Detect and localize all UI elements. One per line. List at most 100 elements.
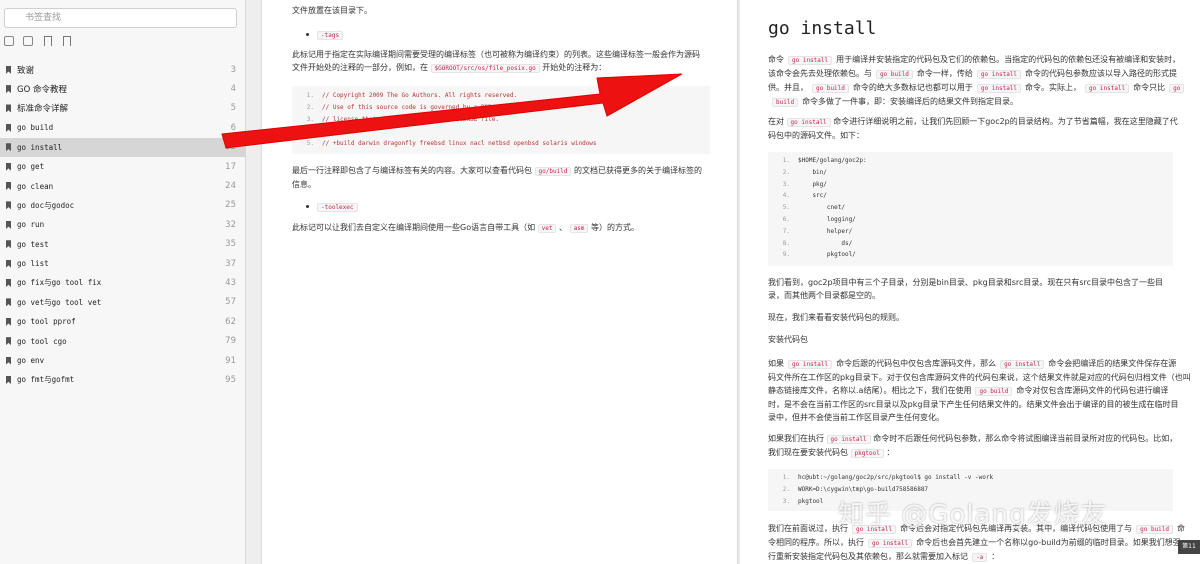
bookmark-sidebar: 书签查找 致谢 3 GO 命令教程 4 标准命令详解 5 go build 6 go insta… xyxy=(0,0,246,564)
pdf-page-left: 文件放置在该目录下。 -tags 此标记用于指定在实际编译期间需要受理的编译标签… xyxy=(262,0,738,564)
add-bookmark-icon[interactable] xyxy=(42,36,52,46)
bookmark-label: go env xyxy=(17,356,45,366)
paragraph: 最后一行注释即包含了与编译标签有关的内容。大家可以查看代码包 go/build … xyxy=(292,164,732,191)
sidebar-scrollbar[interactable] xyxy=(246,0,262,564)
code-text: helper/ xyxy=(798,227,853,235)
bookmark-label: go build xyxy=(17,123,54,133)
bookmark-page-number: 17 xyxy=(225,161,236,172)
bookmark-item[interactable]: 标准命令详解 5 xyxy=(0,99,246,118)
bookmark-item[interactable]: go run 32 xyxy=(0,215,246,234)
bullet-dot xyxy=(306,205,309,208)
bookmark-label: go fmt与gofmt xyxy=(17,375,75,385)
bookmark-page-number: 62 xyxy=(225,316,236,327)
inline-code: go install xyxy=(976,84,1022,93)
text-line: 文件开始处的注释的一部分，例如，在 $GOROOT/src/os/file_po… xyxy=(292,61,732,75)
bookmark-search-input[interactable]: 书签查找 xyxy=(4,8,237,28)
bookmark-item[interactable]: go test 35 xyxy=(0,235,246,254)
expand-all-icon[interactable] xyxy=(4,36,14,46)
code-line: 1. $HOME/golang/goc2p: xyxy=(776,155,1165,167)
code-line: 5. // +build darwin dragonfly freebsd lin… xyxy=(300,138,702,150)
inline-code: -tags xyxy=(317,31,344,40)
bookmark-item[interactable]: go install 12 xyxy=(0,137,246,157)
paragraph: 如果 go install 命令后跟的代码包中仅包含库源码文件，那么 go insta… xyxy=(768,357,1193,424)
bookmark-icon xyxy=(6,162,11,171)
code-text: // Use of this source code is governed b… xyxy=(322,104,514,111)
text-span: 码文件所在工作区的pkg目录下。对于仅包含库源码文件的代码包来说，这个结果文件就… xyxy=(768,373,1191,382)
line-number: 2. xyxy=(782,486,790,493)
bookmark-icon xyxy=(6,65,11,74)
inline-code: go install xyxy=(788,56,833,65)
bookmark-icon xyxy=(6,220,11,229)
text-line: 码文件所在工作区的pkg目录下。对于仅包含库源码文件的代码包来说，这个结果文件就… xyxy=(768,371,1193,384)
bookmark-item[interactable]: GO 命令教程 4 xyxy=(0,79,246,98)
code-text: pkg/ xyxy=(798,180,827,188)
bookmark-item[interactable]: go list 37 xyxy=(0,254,246,273)
inline-code: -a xyxy=(972,553,988,562)
code-text: // license that can be found in the LICE… xyxy=(322,116,500,123)
section-heading: 安装代码包 xyxy=(768,335,808,344)
bookmark-label: go vet与go tool vet xyxy=(17,297,102,307)
text-span: 命令会把编译后的结果文件保存在源 xyxy=(1048,359,1177,368)
text-span: 命令只比 xyxy=(1133,83,1166,92)
text-span: 命令时不后跟任何代码包参数，那么命令将试图编译当前目录所对应的代码包。比如， xyxy=(873,434,1178,443)
text-line: 如果 go install 命令后跟的代码包中仅包含库源码文件，那么 go insta… xyxy=(768,357,1193,371)
inline-code: $GOROOT/src/os/file_posix.go xyxy=(430,64,540,73)
text-span: 行重新安装指定代码包及其依赖包，那么就需要加入标记 xyxy=(768,552,968,561)
bookmark-item[interactable]: go vet与go tool vet 57 xyxy=(0,293,246,312)
code-line: 2. bin/ xyxy=(776,167,1165,179)
text-line: 我们看到，goc2p项目中有三个子目录，分别是bin目录、pkg目录和src目录… xyxy=(768,278,1164,287)
text-span: 供。并且， xyxy=(768,83,808,92)
bookmark-item[interactable]: go tool cgo 79 xyxy=(0,331,246,350)
bookmark-item[interactable]: go clean 24 xyxy=(0,176,246,195)
bookmark-item[interactable]: 致谢 3 xyxy=(0,60,246,79)
inline-code: -toolexec xyxy=(317,203,358,212)
text-span: 命令进行详细说明之前，让我们先回顾一下goc2p的目录结构。为了节省篇幅，我在这… xyxy=(833,117,1178,126)
line-number: 5. xyxy=(782,204,790,212)
code-text: ds/ xyxy=(798,239,853,247)
bookmark-item[interactable]: go tool pprof 62 xyxy=(0,312,246,331)
inline-code: go install xyxy=(788,360,833,369)
bookmark-icon xyxy=(6,298,11,307)
code-text: src/ xyxy=(798,192,827,200)
line-number: 8. xyxy=(782,239,790,247)
sidebar-toolbar xyxy=(4,36,71,46)
text-line: build 命令多做了一件事，即：安装编译后的结果文件到指定目录。 xyxy=(768,95,1193,109)
text-span: 命 xyxy=(1177,524,1186,533)
code-text: pkgtool/ xyxy=(798,251,856,259)
text-line: 录中，但并不会使当前工作区目录产生任何变化。 xyxy=(768,411,1193,424)
bookmark-label: go run xyxy=(17,220,45,230)
bookmark-icon xyxy=(6,337,11,346)
bookmark-page-number: 79 xyxy=(225,336,236,347)
bookmark-item[interactable]: go fix与go tool fix 43 xyxy=(0,273,246,292)
text-span: 该命令会先去处理依赖包。与 xyxy=(768,69,872,78)
bookmark-item[interactable]: go get 17 xyxy=(0,157,246,176)
bookmark-item[interactable]: go doc与godoc 25 xyxy=(0,196,246,215)
line-number: 1. xyxy=(782,474,790,481)
bookmark-page-number: 25 xyxy=(225,200,236,211)
bookmark-label: GO 命令教程 xyxy=(17,85,67,96)
collapse-all-icon[interactable] xyxy=(23,36,33,46)
bookmark-item[interactable]: go env 91 xyxy=(0,351,246,370)
bookmark-label: go get xyxy=(17,162,45,172)
text-line: 时，是不会在当前工作区的src目录以及pkg目录下产生任何结果文件的。结果文件会… xyxy=(768,398,1193,411)
line-number: 2. xyxy=(782,168,790,176)
code-text: pkgtool xyxy=(798,498,824,505)
bookmark-icon[interactable] xyxy=(61,36,71,46)
text-span: 命令的绝大多数标记也都可以用于 xyxy=(852,83,973,92)
text-line: 录，而其他两个目录都是空的。 xyxy=(768,291,880,300)
inline-code: go install xyxy=(786,118,831,127)
inline-code: go install xyxy=(976,70,1022,79)
bookmark-label: go list xyxy=(17,259,49,269)
inline-code: go xyxy=(1169,84,1185,93)
code-line: 3. pkg/ xyxy=(776,179,1165,191)
code-text: bin/ xyxy=(798,168,827,176)
code-line: 4. xyxy=(300,126,702,138)
line-number: 1. xyxy=(782,157,790,164)
bookmark-item[interactable]: go fmt与gofmt 95 xyxy=(0,370,246,389)
line-number: 3. xyxy=(782,180,790,188)
text-span: 我们现在要安装代码包 xyxy=(768,448,848,457)
text-span: 如果我们在执行 xyxy=(768,434,824,443)
text-line: 该命令会先去处理依赖包。与 go build 命令一样，传给 go install 命令… xyxy=(768,67,1193,81)
bookmark-item[interactable]: go build 6 xyxy=(0,118,246,137)
text-span: 开始处的注释为： xyxy=(542,63,607,72)
